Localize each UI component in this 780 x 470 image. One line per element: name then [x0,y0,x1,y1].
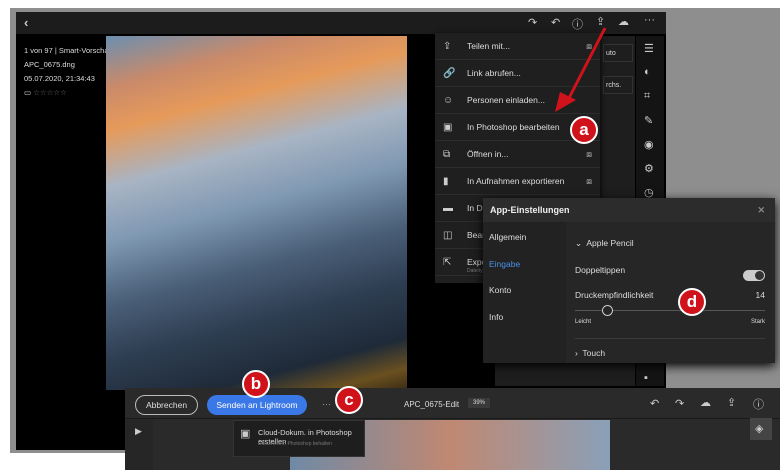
marker-d: d [678,288,706,316]
marker-c: c [335,386,363,414]
marker-b: b [242,370,270,398]
marker-a: a [570,116,598,144]
annotation-arrow [555,27,607,112]
